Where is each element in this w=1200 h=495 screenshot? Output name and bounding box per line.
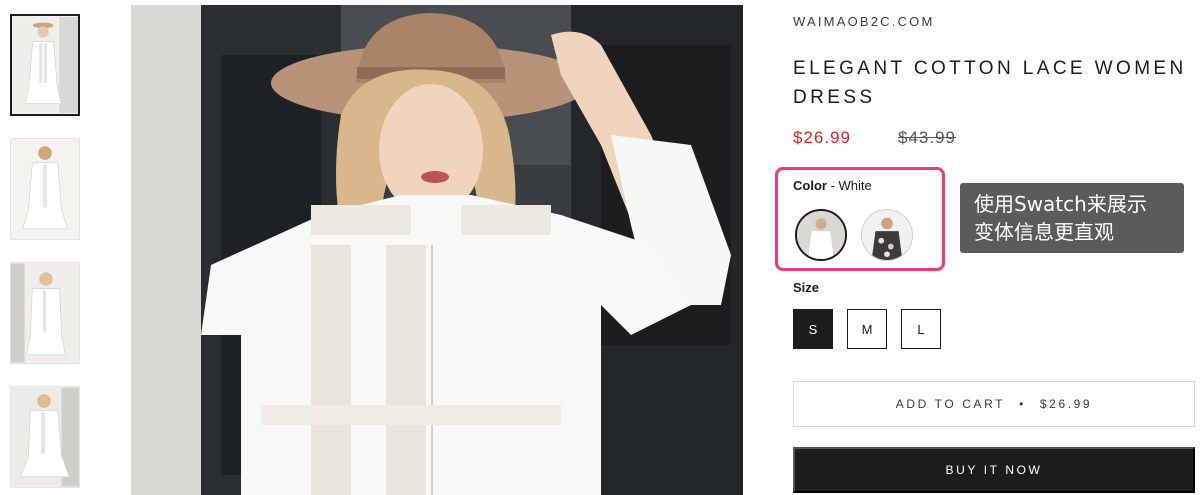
separator-dot: •: [1019, 397, 1026, 411]
product-photo: [131, 5, 743, 495]
compare-at-price: $43.99: [898, 128, 956, 147]
main-product-image[interactable]: [131, 5, 743, 495]
buy-it-now-button[interactable]: BUY IT NOW: [793, 447, 1195, 493]
sale-price: $26.99: [793, 128, 851, 147]
vendor-name[interactable]: WAIMAOB2C.COM: [793, 14, 935, 29]
size-option-l[interactable]: L: [901, 309, 941, 349]
thumbnail-3[interactable]: [10, 262, 80, 364]
thumbnail-image: [11, 139, 79, 239]
size-option-s[interactable]: S: [793, 309, 833, 349]
add-to-cart-label: ADD TO CART: [895, 397, 1006, 411]
add-to-cart-button[interactable]: ADD TO CART • $26.99: [793, 381, 1195, 427]
size-option-m[interactable]: M: [847, 309, 887, 349]
size-option-label: Size: [793, 280, 820, 295]
annotation-callout: 使用Swatch来展示 变体信息更直观: [960, 183, 1184, 253]
add-to-cart-price: $26.99: [1039, 397, 1093, 411]
swatch-highlight-box: [775, 167, 945, 271]
thumbnail-image: [11, 387, 79, 487]
thumbnail-1[interactable]: [10, 14, 80, 116]
product-title: ELEGANT COTTON LACE WOMEN DRESS: [793, 58, 1187, 108]
thumbnail-2[interactable]: [10, 138, 80, 240]
thumbnail-4[interactable]: [10, 386, 80, 488]
callout-line-2: 变体信息更直观: [974, 220, 1114, 244]
thumbnail-image: [11, 263, 79, 363]
callout-line-1: 使用Swatch来展示: [974, 192, 1147, 216]
thumbnail-image: [12, 16, 78, 114]
